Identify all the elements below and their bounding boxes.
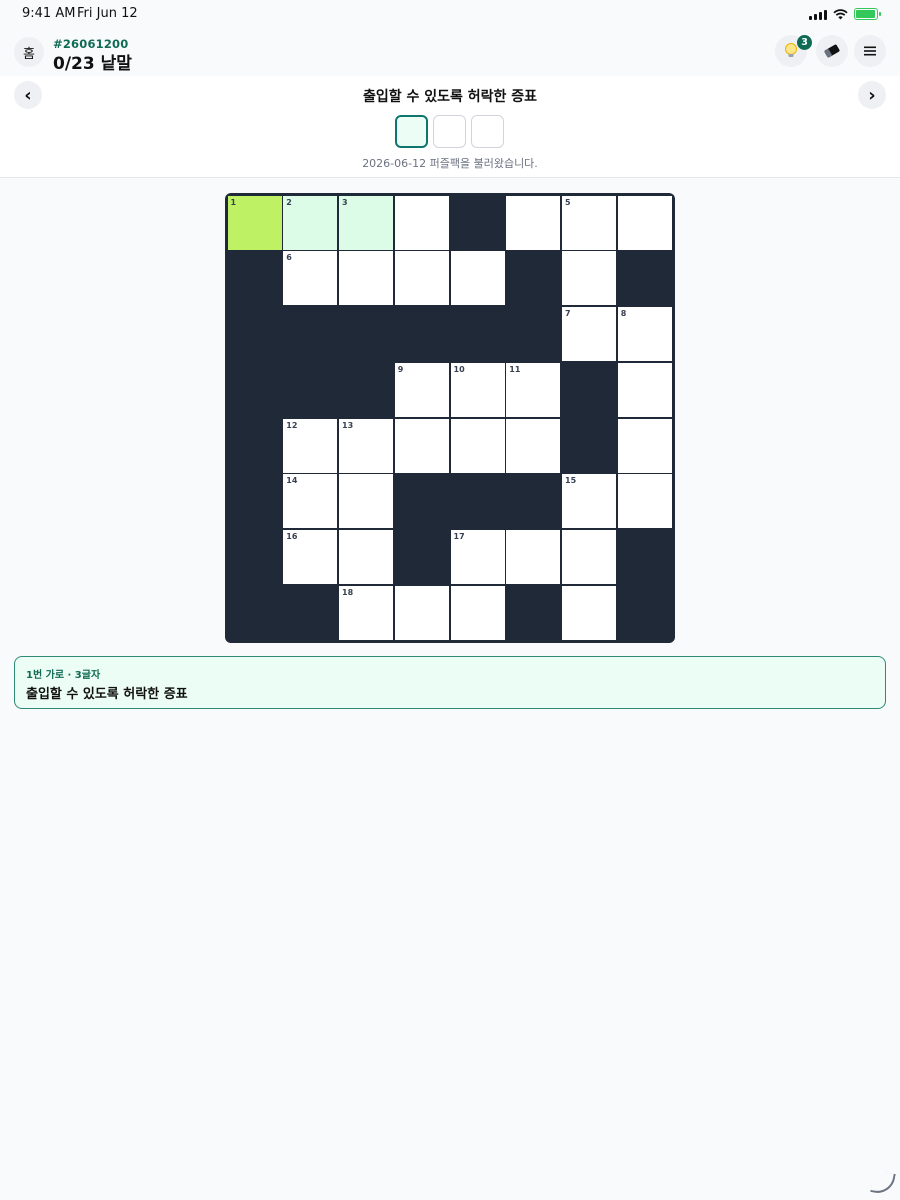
grid-cell[interactable] — [506, 530, 561, 584]
grid-cell[interactable] — [339, 251, 393, 306]
grid-cell[interactable] — [617, 362, 672, 417]
cell-number: 6 — [286, 253, 292, 263]
cell-number: 1 — [230, 197, 237, 207]
word-progress: 0/23 낱말 — [53, 54, 132, 74]
app-header: 홈 #26061200 0/23 낱말 3 — [0, 28, 900, 76]
cell-number: 7 — [565, 309, 571, 318]
current-clue-title: 출입할 수 있도록 허락한 증표 — [362, 89, 538, 105]
grid-cell[interactable]: 8 — [617, 307, 672, 361]
wifi-icon — [833, 8, 848, 19]
grid-cell[interactable]: 10 — [450, 362, 505, 417]
crossword-grid: 1 2 3 5 6 7 8 9 10 11 12 13 14 15 16 17 18 — [225, 193, 675, 643]
lightbulb-icon — [785, 43, 797, 57]
load-message: 2026-06-12 퍼즐팩을 불러왔습니다. — [362, 157, 538, 170]
status-date: Fri Jun 12 — [77, 6, 138, 21]
cell-number: 17 — [453, 532, 465, 541]
grid-cell[interactable] — [394, 585, 449, 640]
grid-cell[interactable]: 11 — [506, 362, 561, 417]
eraser-icon — [824, 44, 840, 58]
corner-indicator — [870, 1170, 896, 1196]
grid-cell[interactable] — [562, 585, 616, 640]
grid-cell[interactable]: 1 — [227, 195, 282, 250]
menu-icon — [864, 46, 876, 56]
grid-cell[interactable] — [617, 418, 672, 473]
grid-cell[interactable]: 15 — [562, 474, 616, 529]
grid-cell[interactable] — [339, 474, 393, 529]
clue-meta: 1번 가로 · 3글자 — [26, 670, 101, 681]
answer-boxes[interactable] — [395, 115, 504, 148]
answer-box[interactable] — [471, 115, 504, 148]
grid-cell[interactable] — [394, 418, 449, 473]
cellular-signal-icon — [809, 9, 827, 20]
grid-cell[interactable]: 13 — [339, 418, 393, 473]
grid-cell[interactable] — [450, 418, 505, 473]
cell-number: 2 — [286, 197, 292, 207]
grid-cell[interactable] — [617, 195, 672, 250]
cell-number: 16 — [286, 532, 298, 541]
cell-number: 10 — [453, 364, 465, 374]
cell-number: 9 — [397, 364, 404, 374]
grid-cell[interactable] — [394, 251, 449, 306]
grid-cell[interactable] — [450, 251, 505, 306]
grid-cell[interactable]: 3 — [339, 195, 393, 250]
answer-box[interactable] — [395, 115, 428, 148]
cell-number: 14 — [286, 476, 298, 486]
clue-panel: ‹ 출입할 수 있도록 허락한 증표 › 2026-06-12 퍼즐팩을 불러왔… — [0, 76, 900, 178]
grid-cell[interactable]: 6 — [283, 251, 338, 306]
answer-box[interactable] — [433, 115, 466, 148]
grid-cell[interactable] — [394, 195, 449, 250]
grid-cell[interactable] — [339, 530, 393, 584]
hint-count-badge: 3 — [797, 35, 812, 50]
cell-number: 5 — [565, 197, 571, 207]
grid-cell[interactable]: 17 — [450, 530, 505, 584]
grid-cell[interactable] — [450, 585, 505, 640]
grid-cell[interactable] — [562, 251, 616, 306]
eraser-button[interactable] — [816, 35, 848, 67]
cell-number: 8 — [620, 309, 627, 318]
cell-number: 15 — [565, 476, 577, 486]
clue-text: 출입할 수 있도록 허락한 증표 — [26, 687, 188, 702]
grid-cell[interactable]: 7 — [562, 307, 616, 361]
status-time: 9:41 AM — [22, 6, 76, 21]
grid-cell[interactable]: 2 — [283, 195, 338, 250]
grid-cell[interactable] — [617, 474, 672, 529]
home-button[interactable]: 홈 — [14, 37, 44, 67]
cell-number: 11 — [509, 364, 521, 374]
grid-cell[interactable]: 5 — [562, 195, 616, 250]
menu-button[interactable] — [854, 35, 886, 67]
grid-cell[interactable]: 14 — [283, 474, 338, 529]
cell-number: 3 — [342, 197, 348, 207]
grid-cell[interactable]: 18 — [339, 585, 393, 640]
cell-number: 13 — [342, 420, 354, 430]
grid-cell[interactable]: 16 — [283, 530, 338, 584]
status-bar: 9:41 AM Fri Jun 12 — [0, 0, 900, 28]
battery-icon — [854, 8, 881, 20]
status-icons — [809, 8, 881, 20]
grid-cell[interactable] — [506, 195, 561, 250]
grid-cell[interactable] — [562, 530, 616, 584]
grid-cell[interactable]: 9 — [394, 362, 449, 417]
cell-number: 18 — [342, 587, 354, 597]
grid-cell[interactable] — [506, 418, 561, 473]
grid-cell[interactable]: 12 — [283, 418, 338, 473]
cell-number: 12 — [286, 420, 298, 430]
active-clue-card[interactable]: 1번 가로 · 3글자 출입할 수 있도록 허락한 증표 — [14, 656, 886, 709]
next-clue-button[interactable]: › — [858, 81, 886, 109]
